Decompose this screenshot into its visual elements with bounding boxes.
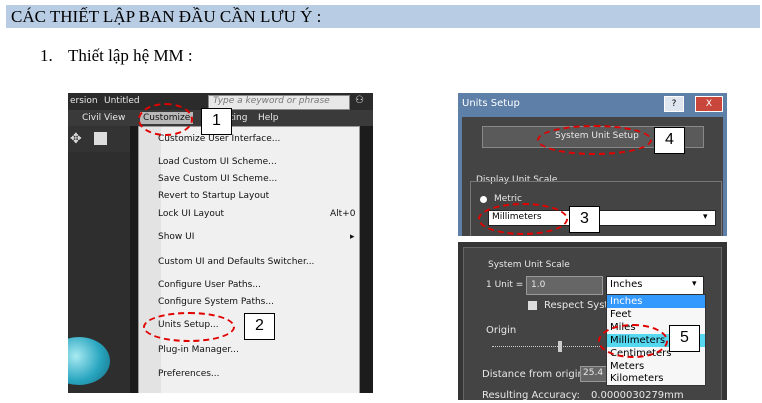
step-line: 1. Thiết lập hệ MM : (40, 46, 193, 66)
unit-value: 1.0 (531, 280, 546, 290)
unit-select[interactable]: Inches ▾ (606, 276, 704, 295)
option-feet[interactable]: Feet (610, 309, 631, 320)
callout-2: 2 (244, 313, 275, 340)
menu-item-load-ui-scheme[interactable]: Load Custom UI Scheme... (158, 157, 277, 167)
callout-4: 4 (654, 127, 685, 154)
slider-thumb[interactable] (558, 341, 562, 352)
viewport (68, 152, 130, 393)
step-number: 1. (40, 46, 53, 65)
menu-item-plugin-manager[interactable]: Plug-in Manager... (158, 345, 239, 355)
section-heading-bar: CÁC THIẾT LẬP BAN ĐẦU CẦN LƯU Ý : (6, 5, 760, 28)
metric-radio[interactable] (480, 196, 487, 203)
unit-value-input[interactable]: 1.0 (526, 276, 603, 295)
distance-input[interactable]: 25.4 (580, 366, 608, 382)
distance-value: 25.4 (583, 368, 604, 378)
step-text: Thiết lập hệ MM : (68, 46, 193, 65)
menu-help[interactable]: Help (258, 113, 279, 123)
section-heading: CÁC THIẾT LẬP BAN ĐẦU CẦN LƯU Ý : (11, 7, 322, 26)
accuracy-value: 0.0000030279mm (591, 390, 684, 400)
menu-rendering[interactable]: ting (230, 113, 247, 123)
highlight-ring-millimeters-option (598, 324, 668, 358)
origin-label: Origin (486, 325, 517, 336)
toolbar: ✥ (68, 126, 130, 152)
dialog-title: Units Setup (462, 98, 520, 109)
move-icon[interactable]: ✥ (70, 131, 82, 147)
close-button[interactable]: X (695, 96, 723, 112)
highlight-ring-customize (138, 103, 193, 136)
highlight-ring-units-setup (143, 312, 235, 342)
option-meters[interactable]: Meters (610, 361, 644, 372)
option-inches[interactable]: Inches (610, 296, 643, 307)
menu-item-revert-layout[interactable]: Revert to Startup Layout (158, 191, 269, 201)
menu-item-user-paths[interactable]: Configure User Paths... (158, 280, 261, 290)
origin-slider[interactable] (492, 346, 602, 348)
menu-shadow (130, 126, 138, 393)
unit-label: 1 Unit = (486, 280, 524, 290)
unit-select-value: Inches (610, 279, 643, 290)
system-unit-scale-label: System Unit Scale (488, 260, 570, 270)
menu-item-lock-ui-layout[interactable]: Lock UI Layout (158, 209, 224, 219)
highlight-ring-millimeters (478, 203, 568, 235)
menu-item-customize-ui[interactable]: Customize User Interface... (158, 134, 280, 144)
document-title: Untitled (104, 96, 140, 106)
highlight-ring-system-unit (537, 125, 652, 155)
submenu-arrow-icon: ▸ (350, 232, 355, 242)
menu-item-save-ui-scheme[interactable]: Save Custom UI Scheme... (158, 174, 277, 184)
toolbar-icon[interactable] (94, 132, 107, 145)
callout-5: 5 (669, 325, 700, 352)
option-kilometers[interactable]: Kilometers (610, 373, 664, 384)
distance-label: Distance from origin: (482, 369, 588, 380)
chevron-down-icon: ▾ (692, 279, 697, 289)
binoculars-icon[interactable]: ⚇ (355, 95, 364, 106)
callout-3: 3 (569, 206, 600, 233)
teapot-object (68, 337, 110, 385)
menu-item-preferences[interactable]: Preferences... (158, 369, 220, 379)
respect-label: Respect Syste (544, 300, 615, 311)
respect-checkbox[interactable] (528, 301, 537, 310)
callout-1: 1 (201, 108, 232, 135)
system-unit-setup-screenshot: System Unit Scale 1 Unit = 1.0 Inches ▾ … (458, 242, 727, 400)
menu-item-show-ui[interactable]: Show UI (158, 232, 194, 242)
app-title: ersion (70, 96, 98, 106)
chevron-down-icon: ▾ (703, 212, 708, 222)
help-button[interactable]: ? (664, 96, 684, 112)
lock-ui-shortcut: Alt+0 (330, 209, 356, 219)
menu-item-ui-defaults-switcher[interactable]: Custom UI and Defaults Switcher... (158, 257, 314, 267)
accuracy-label: Resulting Accuracy: (482, 390, 580, 400)
menu-item-system-paths[interactable]: Configure System Paths... (158, 297, 274, 307)
menu-civil-view[interactable]: Civil View (82, 113, 125, 123)
search-placeholder: Type a keyword or phrase (213, 96, 330, 106)
customize-menu-screenshot: ersion Untitled Type a keyword or phrase… (68, 93, 373, 393)
